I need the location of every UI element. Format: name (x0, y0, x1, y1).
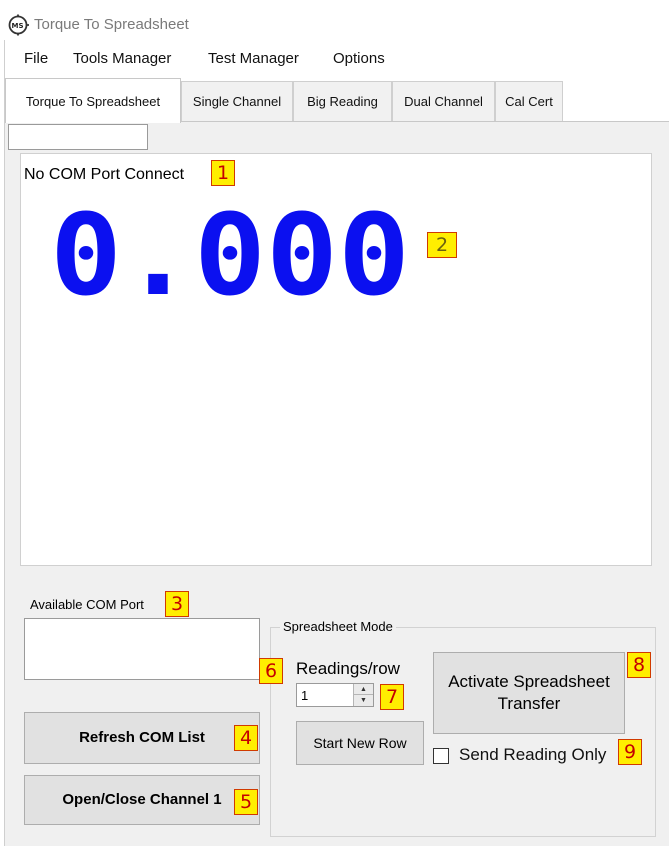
send-reading-only-checkbox[interactable] (433, 748, 449, 764)
tab-label: Big Reading (307, 94, 378, 109)
spinner-buttons: ▲ ▼ (353, 684, 373, 706)
spreadsheet-mode-title: Spreadsheet Mode (280, 619, 396, 634)
spinner-up-icon[interactable]: ▲ (354, 684, 373, 695)
readings-per-row-label: Readings/row (296, 659, 400, 678)
tab-label: Torque To Spreadsheet (25, 93, 161, 109)
window-title: Torque To Spreadsheet (34, 16, 189, 33)
annotation-marker-4: 4 (234, 725, 258, 751)
spinner-down-icon[interactable]: ▼ (354, 695, 373, 706)
tab-label: Dual Channel (404, 94, 483, 109)
reading-value: 0.000 (50, 210, 410, 310)
tab-label: Single Channel (192, 94, 282, 109)
annotation-marker-5: 5 (234, 789, 258, 815)
start-new-row-button[interactable]: Start New Row (296, 721, 424, 765)
tab-cal-cert[interactable]: Cal Cert (495, 81, 563, 121)
spinner-value: 1 (301, 688, 309, 703)
annotation-marker-9: 9 (618, 739, 642, 765)
send-reading-only-label: Send Reading Only (459, 745, 607, 764)
digital-reading: 0.000 (50, 210, 410, 310)
readings-per-row-spinner[interactable]: 1 ▲ ▼ (296, 683, 374, 707)
menu-options[interactable]: Options (333, 50, 385, 67)
app-logo-icon: MS (8, 14, 29, 36)
title-bar: MS Torque To Spreadsheet (0, 0, 669, 40)
button-label: Refresh COM List (79, 729, 205, 747)
annotation-marker-3: 3 (165, 591, 189, 617)
annotation-marker-8: 8 (627, 652, 651, 678)
menu-bar: File Tools Manager Test Manager Options (5, 44, 669, 74)
menu-tools-manager[interactable]: Tools Manager (73, 50, 171, 67)
small-text-box[interactable] (8, 124, 148, 150)
refresh-com-list-button[interactable]: Refresh COM List (24, 712, 260, 764)
tab-strip: Torque To Spreadsheet Single Channel Big… (5, 78, 669, 123)
tab-single-channel[interactable]: Single Channel (181, 81, 293, 121)
activate-spreadsheet-transfer-button[interactable]: Activate Spreadsheet Transfer (433, 652, 625, 734)
tab-big-reading[interactable]: Big Reading (293, 81, 392, 121)
com-port-list[interactable] (24, 618, 260, 680)
available-com-port-label: Available COM Port (30, 597, 144, 612)
menu-file[interactable]: File (24, 50, 48, 67)
annotation-marker-1: 1 (211, 160, 235, 186)
svg-text:MS: MS (12, 22, 24, 30)
annotation-marker-2: 2 (427, 232, 457, 258)
tab-label: Cal Cert (505, 94, 553, 109)
open-close-channel-button[interactable]: Open/Close Channel 1 (24, 775, 260, 825)
button-label: Open/Close Channel 1 (62, 791, 222, 809)
tab-dual-channel[interactable]: Dual Channel (392, 81, 495, 121)
annotation-marker-7: 7 (380, 684, 404, 710)
annotation-marker-6: 6 (259, 658, 283, 684)
button-label: Start New Row (313, 734, 407, 751)
tab-torque-to-spreadsheet[interactable]: Torque To Spreadsheet (5, 78, 181, 123)
button-label: Activate Spreadsheet Transfer (448, 671, 610, 713)
menu-test-manager[interactable]: Test Manager (208, 50, 299, 67)
connection-status: No COM Port Connect (24, 166, 185, 183)
